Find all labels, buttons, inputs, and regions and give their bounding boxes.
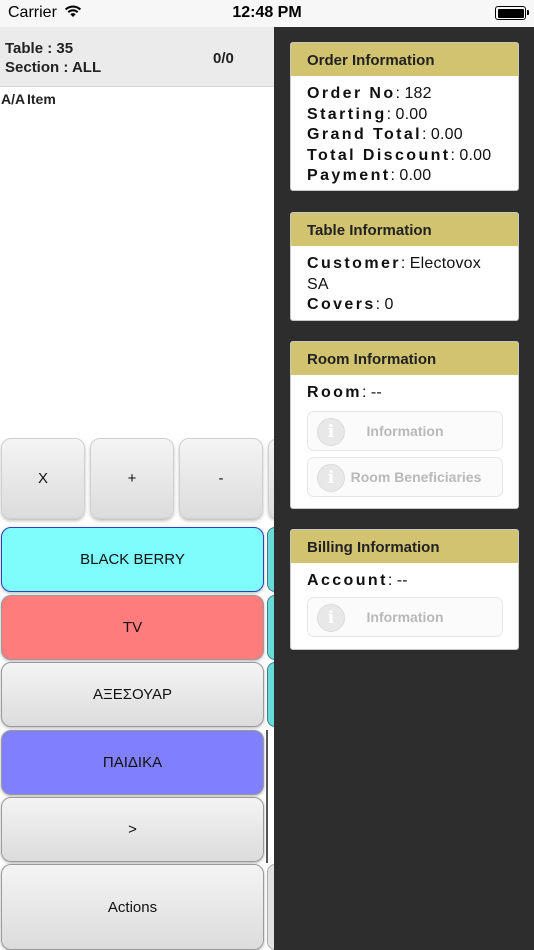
field-label: Starting <box>307 105 387 123</box>
field-label: Customer <box>307 255 401 272</box>
info-panel: Order Information Order No: 182 Starting… <box>274 27 534 950</box>
account-row: Account: -- <box>307 572 408 589</box>
starting-value: 0.00 <box>395 105 428 123</box>
button-label: Information <box>366 422 444 439</box>
plus-key[interactable]: + <box>90 438 174 519</box>
table-information-card: Table Information Customer: Electovox SA… <box>290 212 519 321</box>
room-beneficiaries-button[interactable]: i Room Beneficiaries <box>307 456 503 497</box>
field-label: Total Discount <box>307 146 451 164</box>
order-list-header: A/A Item <box>0 89 274 109</box>
billing-information-card: Billing Information Account: -- i Inform… <box>290 529 519 650</box>
info-icon: i <box>317 463 345 492</box>
category-label: > <box>128 821 137 838</box>
room-value: -- <box>370 384 382 401</box>
grand-total-value: 0.00 <box>430 126 463 143</box>
customer-row-cont: SA <box>307 275 518 296</box>
category-tv[interactable]: TV <box>1 595 264 660</box>
field-label: Payment <box>307 167 391 184</box>
field-label: Room <box>307 384 362 401</box>
card-title: Room Information <box>291 342 518 375</box>
category-label: BLACK BERRY <box>80 551 185 568</box>
order-items-list[interactable] <box>0 109 274 429</box>
category-label: ΠΑΙΔΙΚΑ <box>102 754 163 771</box>
room-row: Room: -- <box>307 384 382 401</box>
clear-key-label: X <box>37 470 48 487</box>
field-label: Covers <box>307 296 376 313</box>
info-icon: i <box>317 417 345 446</box>
starting-row: Starting: 0.00 <box>307 105 428 123</box>
battery-icon <box>495 6 529 20</box>
order-header: Table : 35 Section : ALL 0/0 <box>0 27 274 87</box>
minus-key[interactable]: - <box>179 438 263 519</box>
customer-value-cont: SA <box>307 275 329 293</box>
info-icon: i <box>317 603 345 632</box>
grand-total-row: Grand Total: 0.00 <box>307 126 463 143</box>
category-label: ΑΞΕΣΟΥΑΡ <box>92 686 173 703</box>
field-label: Order No <box>307 85 396 102</box>
button-label: Information <box>366 608 444 625</box>
category-accessories[interactable]: ΑΞΕΣΟΥΑΡ <box>1 662 264 727</box>
customer-row: Customer: Electovox <box>307 255 481 272</box>
card-title: Billing Information <box>291 530 518 563</box>
actions-button[interactable]: Actions <box>1 864 264 950</box>
total-discount-row: Total Discount: 0.00 <box>307 146 492 164</box>
customer-value: Electovox <box>409 255 481 272</box>
plus-key-label: + <box>127 470 137 487</box>
button-label: Room Beneficiaries <box>350 468 482 485</box>
column-aa: A/A <box>1 91 26 107</box>
payment-value: 0.00 <box>399 167 432 184</box>
table-label: Table : 35 <box>5 40 74 57</box>
item-count: 0/0 <box>213 50 234 67</box>
actions-label: Actions <box>107 898 158 916</box>
items-divider <box>266 730 268 863</box>
category-black-berry[interactable]: BLACK BERRY <box>1 527 264 592</box>
room-information-button[interactable]: i Information <box>307 410 503 451</box>
billing-information-button[interactable]: i Information <box>307 596 503 637</box>
total-discount-value: 0.00 <box>459 146 492 164</box>
order-no-row: Order No: 182 <box>307 85 432 102</box>
covers-value: 0 <box>384 296 394 313</box>
card-title: Table Information <box>291 213 518 246</box>
order-no-value: 182 <box>404 85 432 102</box>
field-label: Grand Total <box>307 126 422 143</box>
clock: 12:48 PM <box>232 4 302 21</box>
field-label: Account <box>307 572 388 589</box>
section-label: Section : ALL <box>5 59 102 76</box>
status-bar: Carrier 12:48 PM <box>0 0 534 27</box>
minus-key-label: - <box>218 470 224 487</box>
order-panel: Table : 35 Section : ALL 0/0 A/A Item X … <box>0 27 288 950</box>
column-item: Item <box>27 91 56 107</box>
category-label: TV <box>122 619 143 636</box>
app-screen: Carrier 12:48 PM Table : 35 Section : AL… <box>0 0 534 950</box>
card-title: Order Information <box>291 43 518 76</box>
account-value: -- <box>396 572 408 589</box>
room-information-card: Room Information Room: -- i Information … <box>290 341 519 509</box>
payment-row: Payment: 0.00 <box>307 167 432 184</box>
clear-key[interactable]: X <box>1 438 85 519</box>
category-kids[interactable]: ΠΑΙΔΙΚΑ <box>1 730 264 795</box>
category-next-page[interactable]: > <box>1 797 264 862</box>
order-information-card: Order Information Order No: 182 Starting… <box>290 42 519 191</box>
covers-row: Covers: 0 <box>307 296 394 313</box>
